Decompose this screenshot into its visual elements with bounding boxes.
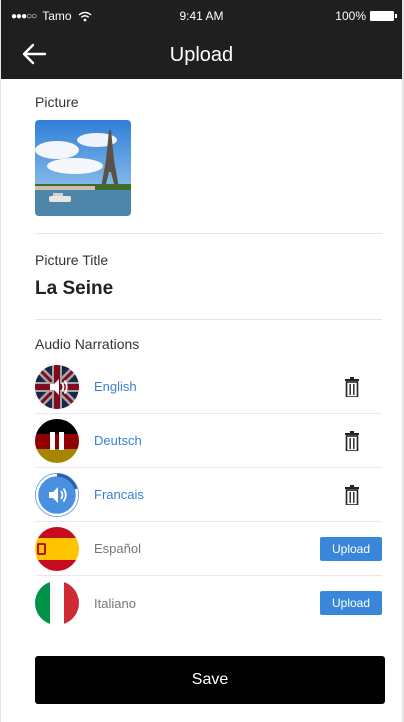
trash-icon[interactable]: [344, 431, 360, 451]
phone-screen: ●●●○○ Tamo 9:41 AM 100% Upload Picture P…: [0, 0, 404, 722]
picture-thumbnail[interactable]: [35, 120, 131, 216]
german-flag-pause-button[interactable]: [35, 418, 79, 463]
narration-row-english: English: [35, 360, 382, 414]
picture-section: Picture: [35, 79, 382, 234]
uk-flag-play-button[interactable]: [35, 364, 79, 409]
italian-flag: [35, 581, 79, 625]
french-play-button[interactable]: [35, 472, 79, 517]
picture-title-label: Picture Title: [35, 252, 109, 268]
narration-row-francais: Francais: [35, 468, 382, 522]
nav-bar: Upload: [1, 30, 402, 79]
picture-title-section: Picture Title La Seine: [35, 234, 382, 320]
upload-button[interactable]: Upload: [320, 537, 382, 561]
audio-narrations-label: Audio Narrations: [35, 336, 140, 352]
picture-label: Picture: [35, 94, 79, 110]
narration-row-italiano: Italiano Upload: [35, 576, 382, 630]
language-name[interactable]: Francais: [94, 487, 144, 502]
language-name[interactable]: English: [94, 379, 137, 394]
battery-percent: 100%: [335, 9, 366, 23]
status-bar: ●●●○○ Tamo 9:41 AM 100%: [1, 0, 402, 30]
language-name: Italiano: [94, 595, 136, 611]
spanish-flag: [35, 526, 79, 571]
trash-icon[interactable]: [344, 377, 360, 397]
battery-icon: [370, 11, 397, 21]
eiffel-tower-photo: [35, 120, 131, 216]
page-title: Upload: [169, 44, 234, 66]
narration-row-espanol: Español Upload: [35, 522, 382, 576]
trash-icon[interactable]: [344, 485, 360, 505]
language-name: Español: [94, 541, 141, 556]
battery-info: 100%: [335, 9, 397, 23]
narration-list: English Deutsch Francais Español Upload …: [35, 360, 382, 630]
upload-form: Picture Picture Title La Seine Audio Nar…: [1, 79, 402, 630]
language-name[interactable]: Deutsch: [94, 433, 142, 448]
save-button[interactable]: Save: [35, 656, 385, 704]
picture-title-value[interactable]: La Seine: [35, 278, 382, 300]
narration-row-deutsch: Deutsch: [35, 414, 382, 468]
upload-button[interactable]: Upload: [320, 591, 382, 615]
audio-narrations-section: Audio Narrations English Deutsch Francai…: [35, 320, 382, 630]
